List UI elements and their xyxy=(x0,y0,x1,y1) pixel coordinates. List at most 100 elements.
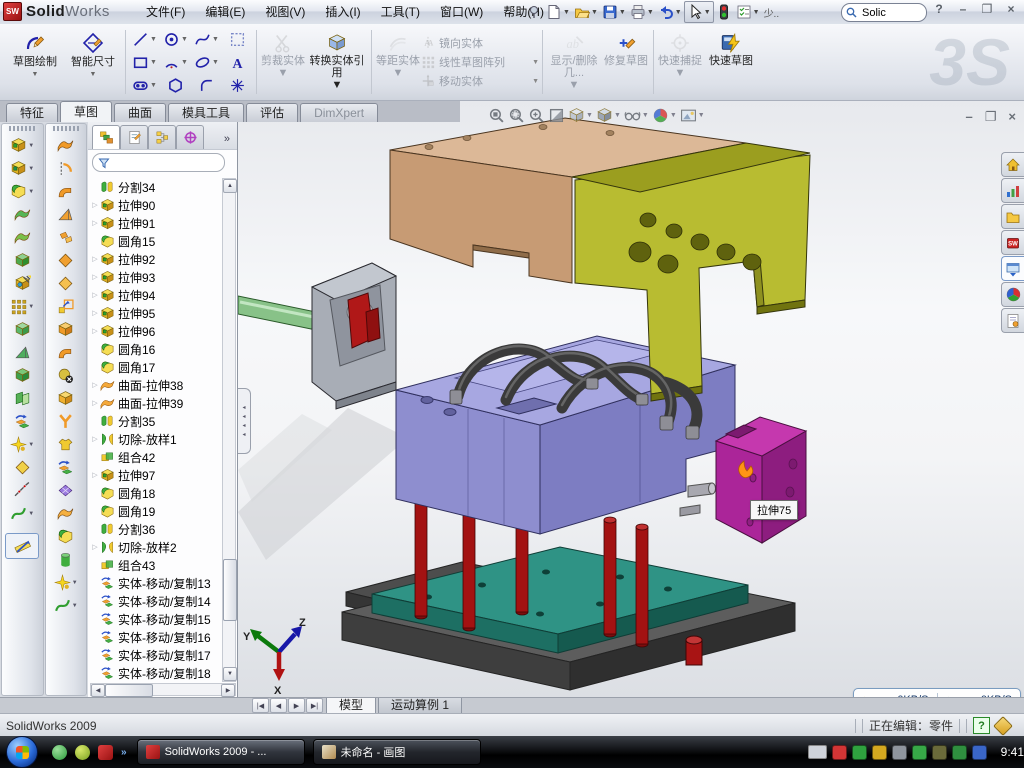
part-cavity-block[interactable] xyxy=(312,263,396,409)
manager-tabs-overflow[interactable]: » xyxy=(224,133,235,149)
polygon-button[interactable] xyxy=(160,74,191,97)
scroll-down-button[interactable]: ▼ xyxy=(223,667,237,681)
design-library-tab[interactable] xyxy=(1001,204,1024,229)
help-button[interactable]: ? xyxy=(930,2,948,16)
tree-item-圆角16[interactable]: 圆角16 xyxy=(90,340,222,358)
tab-曲面[interactable]: 曲面 xyxy=(114,103,166,122)
scroll-thumb[interactable] xyxy=(223,559,237,621)
planar-surface-button[interactable] xyxy=(46,272,87,295)
menu-item-2[interactable]: 视图(V) xyxy=(255,0,315,24)
dimxpert-manager-tab[interactable] xyxy=(176,125,204,149)
tab-模具工具[interactable]: 模具工具 xyxy=(168,103,244,122)
tree-item-圆角18[interactable]: 圆角18 xyxy=(90,484,222,502)
part-insert-rod[interactable] xyxy=(238,296,316,330)
slot-button[interactable]: ▼ xyxy=(129,74,160,97)
lofted-boss-button[interactable] xyxy=(2,226,43,249)
expand-arrow-icon[interactable]: ▷ xyxy=(90,543,100,551)
resources-tab[interactable] xyxy=(1001,178,1024,203)
tree-item-组合43[interactable]: 组合43 xyxy=(90,556,222,574)
hole-wizard-button[interactable] xyxy=(2,272,43,295)
extruded-boss-button[interactable]: ▼ xyxy=(2,134,43,157)
tree-item-分割35[interactable]: 分割35 xyxy=(90,412,222,430)
taskbar-button-未命名 - 画图[interactable]: 未命名 - 画图 xyxy=(313,739,481,765)
insert-mold-folders-button[interactable] xyxy=(46,479,87,502)
line-button[interactable]: ▼ xyxy=(129,28,160,51)
badge-icon[interactable] xyxy=(872,745,887,760)
expand-arrow-icon[interactable]: ▷ xyxy=(90,399,100,407)
extend-surface-button[interactable] xyxy=(46,525,87,548)
filled-surface-button[interactable] xyxy=(46,341,87,364)
reference-geometry-button[interactable]: ▼ xyxy=(46,571,87,594)
new-file-button[interactable]: ▼ xyxy=(544,2,572,22)
next-button[interactable]: ▶ xyxy=(288,698,305,713)
view-orientation-button[interactable]: ▼ xyxy=(568,107,593,124)
cavity-button[interactable] xyxy=(46,433,87,456)
radiate-surface-button[interactable] xyxy=(46,502,87,525)
first-button[interactable]: |◀ xyxy=(252,698,269,713)
volume-icon[interactable] xyxy=(892,745,907,760)
print-button[interactable]: ▼ xyxy=(628,2,656,22)
doc-tab-运动算例 1[interactable]: 运动算例 1 xyxy=(378,698,462,714)
scroll-up-button[interactable]: ▲ xyxy=(223,179,237,193)
boundary-boss-button[interactable] xyxy=(2,249,43,272)
tree-item-切除-放样1[interactable]: ▷切除-放样1 xyxy=(90,430,222,448)
menu-item-5[interactable]: 窗口(W) xyxy=(430,0,493,24)
tree-item-实体-移动/复制17[interactable]: 实体-移动/复制17 xyxy=(90,646,222,664)
scale-button[interactable] xyxy=(46,295,87,318)
feature-manager-tab[interactable] xyxy=(92,125,120,149)
scroll-thumb[interactable] xyxy=(105,684,153,697)
scroll-right-button[interactable]: ▶ xyxy=(221,684,235,697)
tree-item-曲面-拉伸38[interactable]: ▷曲面-拉伸38 xyxy=(90,376,222,394)
quick-tips-icon[interactable]: ? xyxy=(973,717,990,734)
search-box[interactable] xyxy=(841,3,927,22)
tree-item-实体-移动/复制14[interactable]: 实体-移动/复制14 xyxy=(90,592,222,610)
tree-item-拉伸94[interactable]: ▷拉伸94 xyxy=(90,286,222,304)
circle-button[interactable]: ▼ xyxy=(160,28,191,51)
options-button[interactable]: ▼ xyxy=(734,2,762,22)
scene-button[interactable]: ▼ xyxy=(680,107,705,124)
solidworks-quick-icon[interactable] xyxy=(98,745,113,760)
shield-lightning-icon[interactable] xyxy=(852,745,867,760)
surface-cylinder-button[interactable] xyxy=(46,548,87,571)
expand-arrow-icon[interactable]: ▷ xyxy=(90,471,100,479)
curve-button[interactable] xyxy=(2,479,43,502)
file-explorer-tab[interactable] xyxy=(1001,256,1024,281)
prev-button[interactable]: ◀ xyxy=(270,698,287,713)
tree-item-分割36[interactable]: 分割36 xyxy=(90,520,222,538)
expand-arrow-icon[interactable]: ▷ xyxy=(90,309,100,317)
expand-arrow-icon[interactable]: ▷ xyxy=(90,273,100,281)
zoom-fit-button[interactable] xyxy=(488,107,505,124)
spline-tool-button[interactable]: ▼ xyxy=(46,594,87,617)
tree-item-圆角19[interactable]: 圆角19 xyxy=(90,502,222,520)
knit-surface-button[interactable] xyxy=(46,318,87,341)
antivirus-icon[interactable] xyxy=(832,745,847,760)
draft-button[interactable] xyxy=(2,341,43,364)
rapid-sketch-button[interactable]: 快速草图 xyxy=(703,24,759,100)
tree-vertical-scrollbar[interactable]: ▲ ▼ xyxy=(222,178,236,682)
shield-plus-icon[interactable] xyxy=(952,745,967,760)
tooling-split-button[interactable] xyxy=(46,387,87,410)
keyboard-icon[interactable] xyxy=(808,745,827,759)
part-locating-pin[interactable] xyxy=(686,636,702,665)
ellipse-button[interactable]: ▼ xyxy=(191,51,222,74)
toolbar-overflow[interactable]: 少.. xyxy=(762,2,782,22)
toolbar-drag-handle[interactable] xyxy=(53,126,79,131)
select-button[interactable]: ▼ xyxy=(684,1,714,23)
tree-item-曲面-拉伸39[interactable]: ▷曲面-拉伸39 xyxy=(90,394,222,412)
parting-line-button[interactable] xyxy=(46,134,87,157)
open-button[interactable]: ▼ xyxy=(572,2,600,22)
save-button[interactable]: ▼ xyxy=(600,2,628,22)
plane-button[interactable] xyxy=(2,456,43,479)
sync-icon[interactable] xyxy=(912,745,927,760)
home-tab[interactable] xyxy=(1001,152,1024,177)
doc-close-button[interactable]: × xyxy=(1008,109,1016,125)
fillet-button[interactable]: ▼ xyxy=(2,180,43,203)
hide-show-button[interactable]: ▼ xyxy=(624,107,649,124)
tab-评估[interactable]: 评估 xyxy=(246,103,298,122)
tree-item-拉伸97[interactable]: ▷拉伸97 xyxy=(90,466,222,484)
expand-arrow-icon[interactable]: ▷ xyxy=(90,219,100,227)
graphics-area[interactable]: Y Z X ▼▼▼▼▼ – ❐ × SW ◂◂◂◂ 拉伸75 ↓0KB/S ↑0… xyxy=(238,101,1024,697)
part-side-block[interactable] xyxy=(716,417,806,543)
close-button[interactable]: × xyxy=(1002,2,1020,16)
tree-item-拉伸90[interactable]: ▷拉伸90 xyxy=(90,196,222,214)
